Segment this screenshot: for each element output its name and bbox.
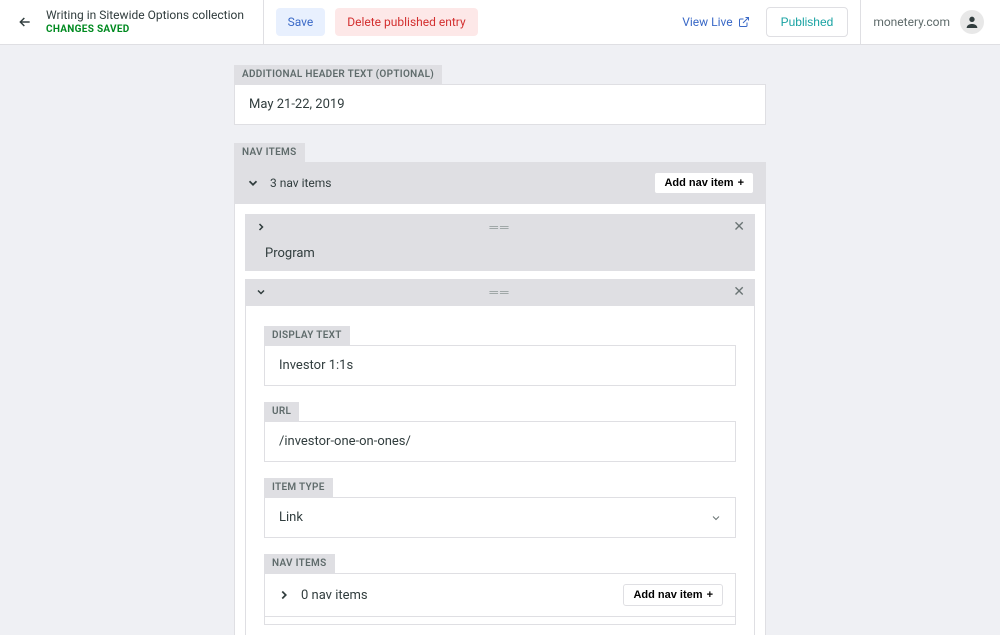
plus-icon: + (738, 177, 744, 189)
nested-nav-summary: 0 nav items (301, 588, 368, 603)
list-item-bar[interactable]: ══ ✕ (245, 279, 755, 305)
avatar[interactable] (960, 10, 984, 34)
back-button[interactable] (16, 13, 34, 31)
list-item-expanded: DISPLAY TEXT URL ITEM TYPE Link (245, 305, 755, 635)
view-live-label: View Live (682, 15, 732, 29)
plus-icon: + (707, 589, 713, 601)
delete-button[interactable]: Delete published entry (335, 8, 477, 36)
site-name: monetery.com (873, 15, 950, 29)
view-live-link[interactable]: View Live (682, 15, 749, 29)
nav-items-list: ══ ✕ Program ══ ✕ (234, 204, 766, 635)
field-label: NAV ITEMS (264, 554, 335, 573)
save-status: CHANGES SAVED (46, 23, 251, 36)
published-button[interactable]: Published (766, 7, 849, 37)
field-label: ADDITIONAL HEADER TEXT (OPTIONAL) (234, 65, 442, 84)
chevron-right-icon (255, 221, 267, 233)
divider (263, 0, 264, 45)
topbar: Writing in Sitewide Options collection C… (0, 0, 1000, 45)
list-item: ══ ✕ Program (245, 214, 755, 271)
add-nav-item-button[interactable]: Add nav item + (654, 172, 754, 194)
user-icon (964, 14, 980, 30)
display-text-field: DISPLAY TEXT (264, 326, 736, 386)
field-label: ITEM TYPE (264, 478, 333, 497)
external-link-icon (738, 16, 750, 28)
additional-header-input[interactable] (234, 84, 766, 125)
divider (860, 0, 861, 45)
drag-handle-icon[interactable]: ══ (489, 285, 510, 299)
content-scroll[interactable]: ADDITIONAL HEADER TEXT (OPTIONAL) NAV IT… (0, 45, 1000, 635)
url-field: URL (264, 402, 736, 462)
drag-handle-icon[interactable]: ══ (489, 220, 510, 234)
nested-list-body (264, 617, 736, 625)
item-type-field: ITEM TYPE Link (264, 478, 736, 538)
chevron-right-icon (277, 588, 291, 602)
additional-header-field: ADDITIONAL HEADER TEXT (OPTIONAL) (234, 65, 766, 125)
nested-nav-items-field: NAV ITEMS 0 nav items Add nav item + (264, 554, 736, 625)
display-text-input[interactable] (264, 345, 736, 386)
save-button[interactable]: Save (276, 8, 326, 36)
list-item: ══ ✕ DISPLAY TEXT URL ITEM (245, 279, 755, 635)
title-block: Writing in Sitewide Options collection C… (46, 8, 251, 37)
field-label: DISPLAY TEXT (264, 326, 350, 345)
close-icon[interactable]: ✕ (733, 285, 745, 299)
add-nested-nav-item-button[interactable]: Add nav item + (623, 584, 723, 606)
field-label: URL (264, 402, 299, 421)
page-title: Writing in Sitewide Options collection (46, 8, 251, 24)
url-input[interactable] (264, 421, 736, 462)
chevron-down-icon (246, 176, 260, 190)
nested-nav-items-header[interactable]: 0 nav items Add nav item + (264, 573, 736, 617)
nav-items-summary: 3 nav items (270, 176, 332, 190)
close-icon[interactable]: ✕ (733, 220, 745, 234)
content: ADDITIONAL HEADER TEXT (OPTIONAL) NAV IT… (234, 45, 766, 635)
nav-items-label: NAV ITEMS (234, 143, 305, 162)
list-item-bar[interactable]: ══ ✕ (245, 214, 755, 240)
nav-items-header[interactable]: 3 nav items Add nav item + (234, 162, 766, 204)
chevron-down-icon (255, 286, 267, 298)
item-type-select[interactable]: Link (264, 497, 736, 538)
list-item-preview: Program (245, 240, 755, 271)
